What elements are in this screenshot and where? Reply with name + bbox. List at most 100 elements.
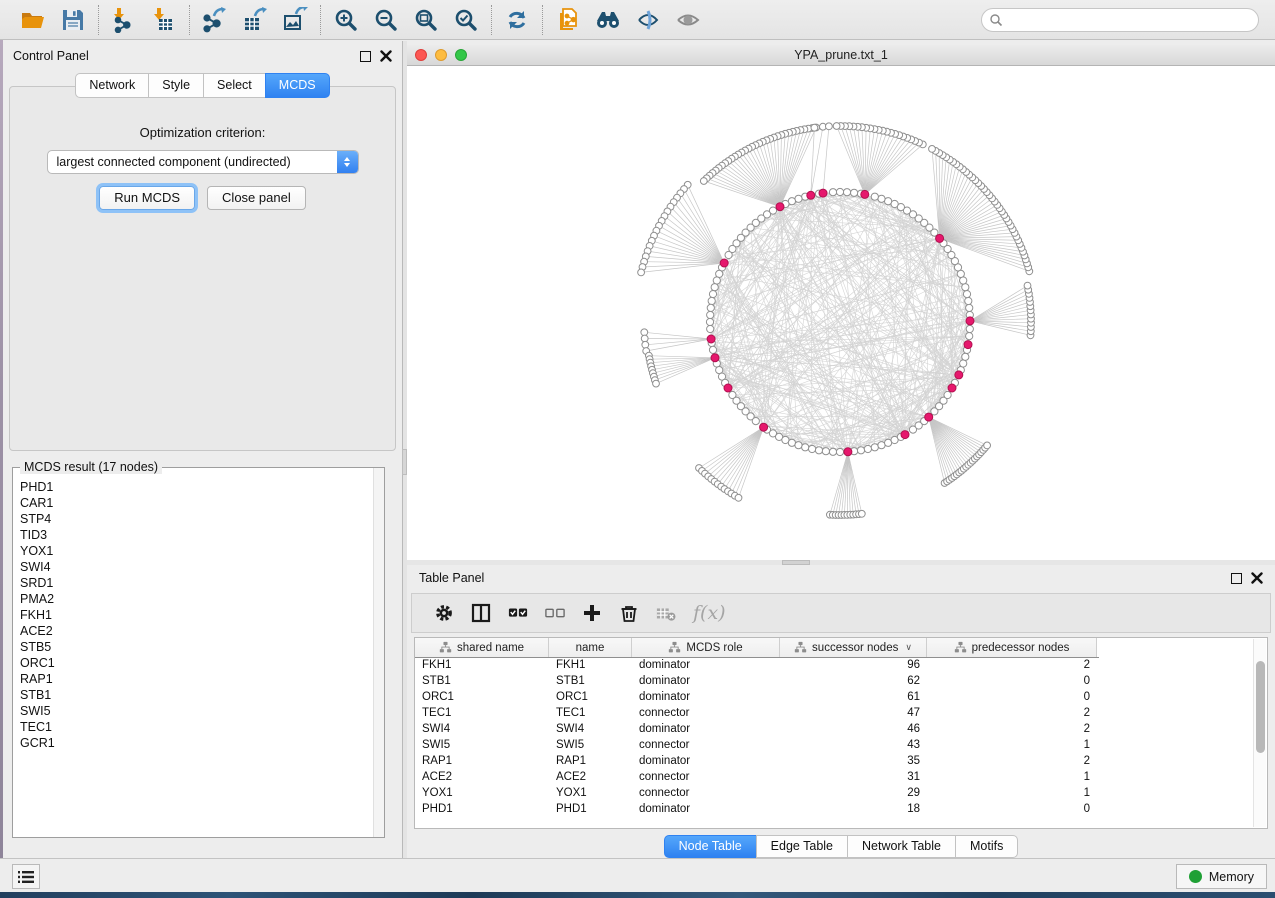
cell-shared-name[interactable]: STB1 (415, 674, 549, 690)
zoom-selected-icon[interactable] (451, 5, 481, 35)
graph-leaf-node[interactable] (811, 124, 818, 131)
graph-mcds-node[interactable] (819, 189, 827, 197)
export-image-icon[interactable] (280, 5, 310, 35)
cell-predecessor-nodes[interactable]: 1 (927, 738, 1097, 754)
tab-mcds[interactable]: MCDS (265, 73, 330, 98)
run-mcds-button[interactable]: Run MCDS (99, 186, 195, 210)
graph-mcds-node[interactable] (964, 341, 972, 349)
graph-mcds-node[interactable] (724, 384, 732, 392)
mcds-result-item[interactable]: STB1 (20, 687, 373, 703)
mcds-result-item[interactable]: TEC1 (20, 719, 373, 735)
graph-node[interactable] (836, 448, 843, 455)
cell-MCDS-role[interactable]: dominator (632, 802, 780, 818)
cell-successor-nodes[interactable]: 61 (780, 690, 927, 706)
tab-network-table[interactable]: Network Table (847, 835, 955, 858)
cell-successor-nodes[interactable]: 47 (780, 706, 927, 722)
graph-node[interactable] (815, 447, 822, 454)
graph-node[interactable] (836, 188, 843, 195)
cell-MCDS-role[interactable]: dominator (632, 722, 780, 738)
float-panel-icon[interactable] (360, 51, 371, 62)
cell-shared-name[interactable]: PHD1 (415, 802, 549, 818)
zoom-in-icon[interactable] (331, 5, 361, 35)
cell-shared-name[interactable]: FKH1 (415, 658, 549, 674)
cell-successor-nodes[interactable]: 31 (780, 770, 927, 786)
cell-predecessor-nodes[interactable]: 2 (927, 706, 1097, 722)
cell-name[interactable]: YOX1 (549, 786, 632, 802)
table-row[interactable]: ACE2ACE2connector311 (415, 770, 1267, 786)
cell-name[interactable]: SWI5 (549, 738, 632, 754)
graph-mcds-node[interactable] (936, 234, 944, 242)
cell-shared-name[interactable]: ACE2 (415, 770, 549, 786)
graph-node[interactable] (962, 284, 969, 291)
cell-predecessor-nodes[interactable]: 2 (927, 722, 1097, 738)
float-panel-icon[interactable] (1231, 573, 1242, 584)
cell-predecessor-nodes[interactable]: 2 (927, 658, 1097, 674)
column-header-name[interactable]: name (549, 638, 632, 657)
mcds-result-item[interactable]: TID3 (20, 527, 373, 543)
graph-node[interactable] (944, 391, 951, 398)
task-history-button[interactable] (12, 864, 40, 889)
cell-name[interactable]: ACE2 (549, 770, 632, 786)
cell-name[interactable]: SWI4 (549, 722, 632, 738)
export-network-icon[interactable] (200, 5, 230, 35)
graph-node[interactable] (802, 444, 809, 451)
table-row[interactable]: RAP1RAP1dominator352 (415, 754, 1267, 770)
graph-node[interactable] (864, 445, 871, 452)
cell-predecessor-nodes[interactable]: 0 (927, 674, 1097, 690)
graph-node[interactable] (965, 297, 972, 304)
table-row[interactable]: FKH1FKH1dominator962 (415, 658, 1267, 674)
graph-node[interactable] (709, 291, 716, 298)
delete-column-icon[interactable] (619, 603, 639, 623)
mcds-result-item[interactable]: STP4 (20, 511, 373, 527)
graph-mcds-node[interactable] (720, 259, 728, 267)
graph-node[interactable] (809, 445, 816, 452)
add-column-icon[interactable] (582, 603, 602, 623)
select-all-icon[interactable] (508, 603, 528, 623)
cell-predecessor-nodes[interactable]: 0 (927, 802, 1097, 818)
zoom-fit-icon[interactable] (411, 5, 441, 35)
graph-leaf-node[interactable] (1024, 282, 1031, 289)
table-row[interactable]: TEC1TEC1connector472 (415, 706, 1267, 722)
graph-node[interactable] (878, 195, 885, 202)
cell-name[interactable]: ORC1 (549, 690, 632, 706)
graph-node[interactable] (709, 346, 716, 353)
cell-shared-name[interactable]: YOX1 (415, 786, 549, 802)
graph-leaf-node[interactable] (984, 442, 991, 449)
mcds-result-item[interactable]: RAP1 (20, 671, 373, 687)
graph-mcds-node[interactable] (966, 317, 974, 325)
column-header-successor-nodes[interactable]: successor nodes∨ (780, 638, 927, 657)
graph-node[interactable] (960, 360, 967, 367)
column-header-MCDS-role[interactable]: MCDS role (632, 638, 780, 657)
graph-leaf-node[interactable] (833, 123, 840, 130)
network-canvas[interactable] (407, 66, 1275, 559)
graph-node[interactable] (963, 291, 970, 298)
graph-leaf-node[interactable] (735, 494, 742, 501)
cell-shared-name[interactable]: SWI4 (415, 722, 549, 738)
cell-predecessor-nodes[interactable]: 1 (927, 786, 1097, 802)
deselect-all-icon[interactable] (545, 603, 565, 623)
graph-node[interactable] (871, 193, 878, 200)
clone-network-icon[interactable] (553, 5, 583, 35)
graph-node[interactable] (752, 418, 759, 425)
graph-node[interactable] (725, 251, 732, 258)
graph-node[interactable] (711, 284, 718, 291)
tab-node-table[interactable]: Node Table (664, 835, 756, 858)
cell-MCDS-role[interactable]: connector (632, 706, 780, 722)
graph-leaf-node[interactable] (641, 335, 648, 342)
split-panel-icon[interactable] (471, 603, 491, 623)
graph-node[interactable] (707, 311, 714, 318)
graph-leaf-node[interactable] (638, 269, 645, 276)
graph-node[interactable] (829, 189, 836, 196)
graph-leaf-node[interactable] (929, 146, 936, 153)
mcds-result-item[interactable]: CAR1 (20, 495, 373, 511)
graph-mcds-node[interactable] (948, 384, 956, 392)
graph-mcds-node[interactable] (711, 354, 719, 362)
graph-node[interactable] (966, 325, 973, 332)
cell-successor-nodes[interactable]: 29 (780, 786, 927, 802)
cell-name[interactable]: PHD1 (549, 802, 632, 818)
cell-name[interactable]: RAP1 (549, 754, 632, 770)
cell-shared-name[interactable]: SWI5 (415, 738, 549, 754)
graph-mcds-node[interactable] (955, 371, 963, 379)
graph-node[interactable] (851, 189, 858, 196)
mcds-result-item[interactable]: PHD1 (20, 479, 373, 495)
